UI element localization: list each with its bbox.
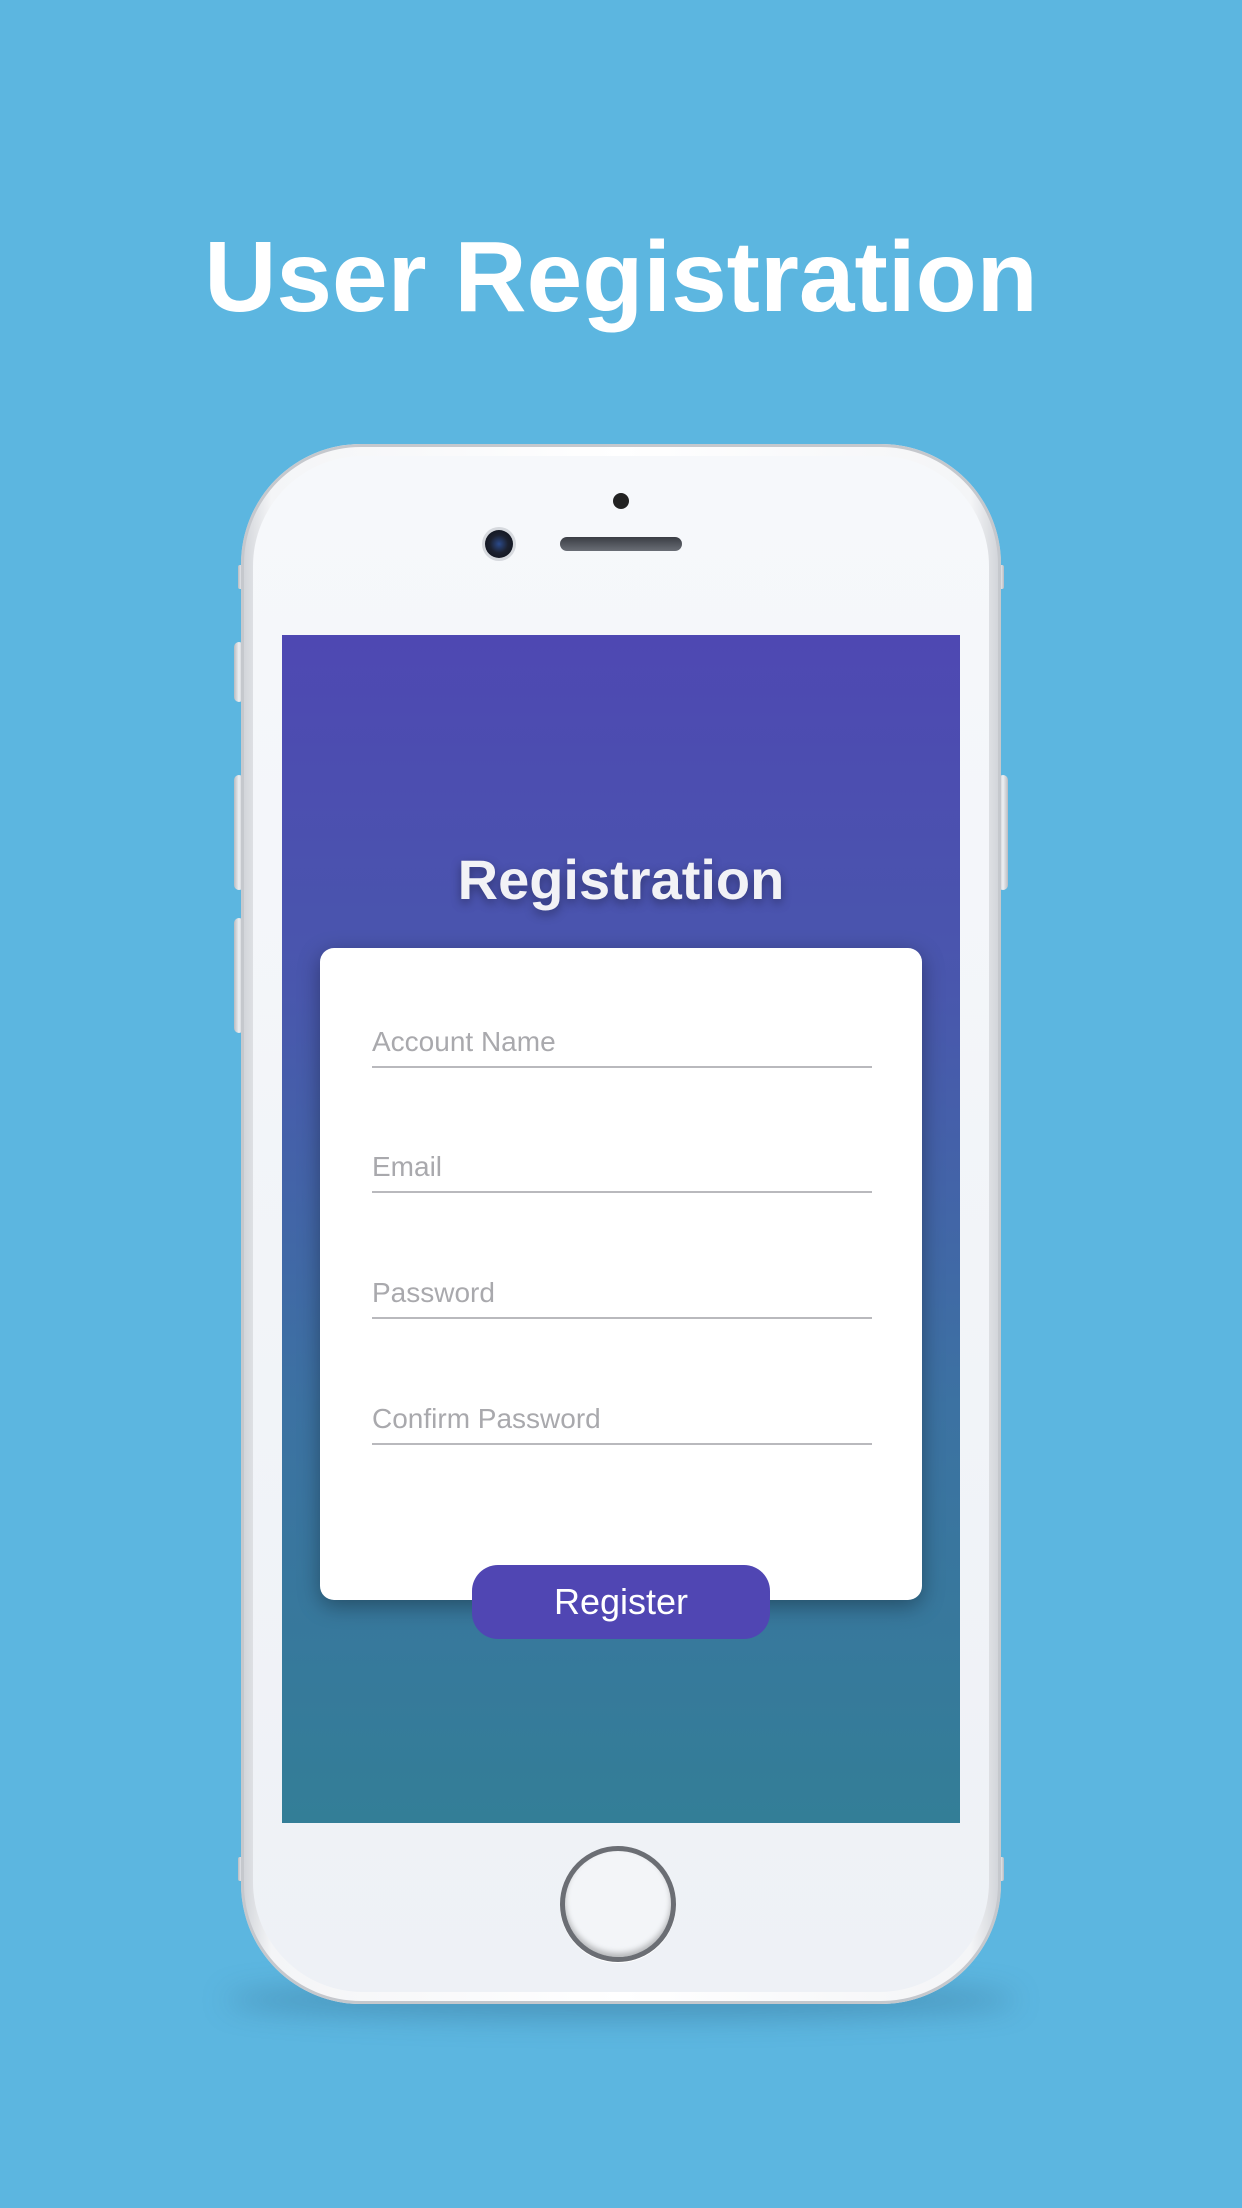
registration-form-card [320, 948, 922, 1600]
confirm-password-input[interactable] [372, 1403, 872, 1435]
earpiece-speaker [560, 537, 682, 551]
registration-title: Registration [457, 848, 785, 911]
password-input[interactable] [372, 1277, 872, 1309]
home-button [560, 1846, 676, 1962]
proximity-sensor [613, 493, 629, 509]
front-camera-icon [485, 530, 513, 558]
account-name-field [372, 1008, 872, 1068]
email-input[interactable] [372, 1151, 872, 1183]
account-name-input[interactable] [372, 1026, 872, 1058]
confirm-password-field [372, 1385, 872, 1445]
phone-screen: Registration Register [282, 635, 960, 1823]
register-button[interactable]: Register [472, 1565, 770, 1639]
password-field [372, 1259, 872, 1319]
page-title: User Registration [204, 221, 1038, 333]
email-field [372, 1133, 872, 1193]
